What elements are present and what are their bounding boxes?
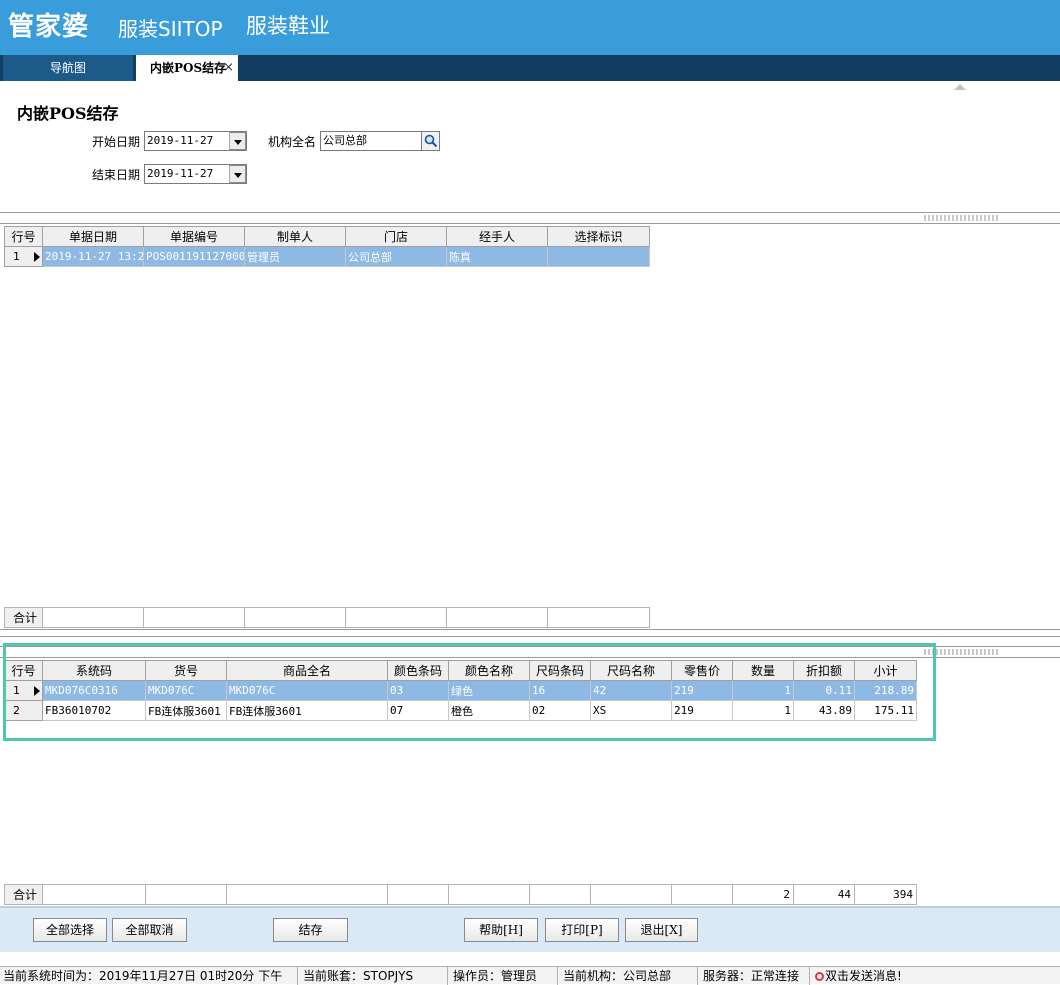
handler-cell[interactable]: 陈真 — [446, 246, 548, 267]
select-all-button[interactable]: 全部选择 — [33, 918, 107, 942]
sum-label: 合计 — [4, 884, 43, 905]
status-org: 当前机构：公司总部 — [560, 967, 698, 985]
lower-sum-row: 合计 2 44 394 — [4, 884, 917, 905]
status-account: 当前账套：STOPJYS — [300, 967, 448, 985]
dropdown-arrow-icon[interactable] — [229, 132, 246, 150]
app-logo: 管家婆 — [8, 12, 90, 42]
send-message-button[interactable]: 双击发送消息! — [812, 967, 1060, 985]
page-title: 内嵌POS结存 — [17, 104, 119, 123]
column-header[interactable]: 单据编号 — [143, 226, 245, 247]
status-server: 服务器：正常连接 — [700, 967, 810, 985]
sum-qty: 2 — [732, 884, 794, 905]
sum-label: 合计 — [4, 607, 43, 628]
end-date-value: 2019-11-27 — [147, 167, 214, 180]
store-cell[interactable]: 公司总部 — [345, 246, 447, 267]
start-date-picker[interactable]: 2019-11-27 — [144, 131, 247, 151]
status-bar: 当前系统时间为：2019年11月27日 01时20分 下午 当前账套：STOPJ… — [0, 966, 1060, 985]
splitter-top[interactable] — [0, 212, 1060, 224]
flag-cell[interactable] — [547, 246, 650, 267]
start-date-value: 2019-11-27 — [147, 134, 214, 147]
sum-subtotal: 394 — [854, 884, 917, 905]
upper-sum-row: 合计 — [4, 607, 650, 628]
dropdown-arrow-icon[interactable] — [229, 165, 246, 183]
status-operator: 操作员：管理员 — [450, 967, 558, 985]
tab-pos-settlement[interactable]: 内嵌POS结存 × — [136, 55, 238, 81]
exit-button[interactable]: 退出[X] — [625, 918, 698, 942]
org-value: 公司总部 — [323, 134, 367, 147]
settle-button[interactable]: 结存 — [273, 918, 348, 942]
org-label: 机构全名 — [268, 135, 317, 149]
message-icon — [815, 972, 824, 981]
sum-discount: 44 — [793, 884, 855, 905]
row-number-cell[interactable]: 1 — [4, 246, 43, 267]
tab-navigation[interactable]: 导航图 — [3, 55, 133, 81]
number-cell[interactable]: POS0011911270000 — [143, 246, 245, 267]
column-header[interactable]: 行号 — [4, 226, 43, 247]
column-header[interactable]: 单据日期 — [42, 226, 144, 247]
org-input[interactable]: 公司总部 — [320, 131, 422, 151]
date-cell[interactable]: 2019-11-27 13:20 — [42, 246, 144, 267]
highlight-frame — [3, 643, 936, 741]
search-icon[interactable] — [421, 131, 440, 151]
column-header[interactable]: 门店 — [345, 226, 447, 247]
tab-bar: 导航图 内嵌POS结存 × — [0, 55, 1060, 81]
row-pointer-icon — [34, 252, 40, 262]
column-header[interactable]: 制单人 — [244, 226, 346, 247]
end-date-picker[interactable]: 2019-11-27 — [144, 164, 247, 184]
maker-cell[interactable]: 管理员 — [244, 246, 346, 267]
tab-label: 内嵌POS结存 — [150, 61, 227, 75]
product-name: 服装SIITOP — [118, 17, 223, 41]
message-label: 双击发送消息! — [825, 969, 902, 983]
print-button[interactable]: 打印[P] — [545, 918, 619, 942]
status-time: 当前系统时间为：2019年11月27日 01时20分 下午 — [0, 967, 298, 985]
collapse-arrow-icon[interactable] — [954, 84, 966, 90]
splitter-grip[interactable] — [924, 215, 1000, 221]
splitter-middle[interactable] — [0, 629, 1060, 637]
column-header[interactable]: 选择标识 — [547, 226, 650, 247]
end-date-label: 结束日期 — [92, 168, 141, 182]
document-grid: 行号 单据日期 单据编号 制单人 门店 经手人 选择标识 1 2019-11-2… — [4, 226, 650, 267]
cancel-all-button[interactable]: 全部取消 — [112, 918, 187, 942]
close-icon[interactable]: × — [223, 55, 234, 81]
table-row[interactable]: 1 2019-11-27 13:20 POS0011911270000 管理员 … — [4, 246, 650, 267]
help-button[interactable]: 帮助[H] — [464, 918, 538, 942]
app-header: 管家婆 服装SIITOP 服装鞋业 — [0, 0, 1060, 55]
industry-name: 服装鞋业 — [246, 14, 330, 38]
row-number: 1 — [13, 250, 20, 263]
button-bar: 全部选择 全部取消 结存 帮助[H] 打印[P] 退出[X] — [0, 906, 1060, 952]
start-date-label: 开始日期 — [92, 135, 141, 149]
column-header[interactable]: 经手人 — [446, 226, 548, 247]
